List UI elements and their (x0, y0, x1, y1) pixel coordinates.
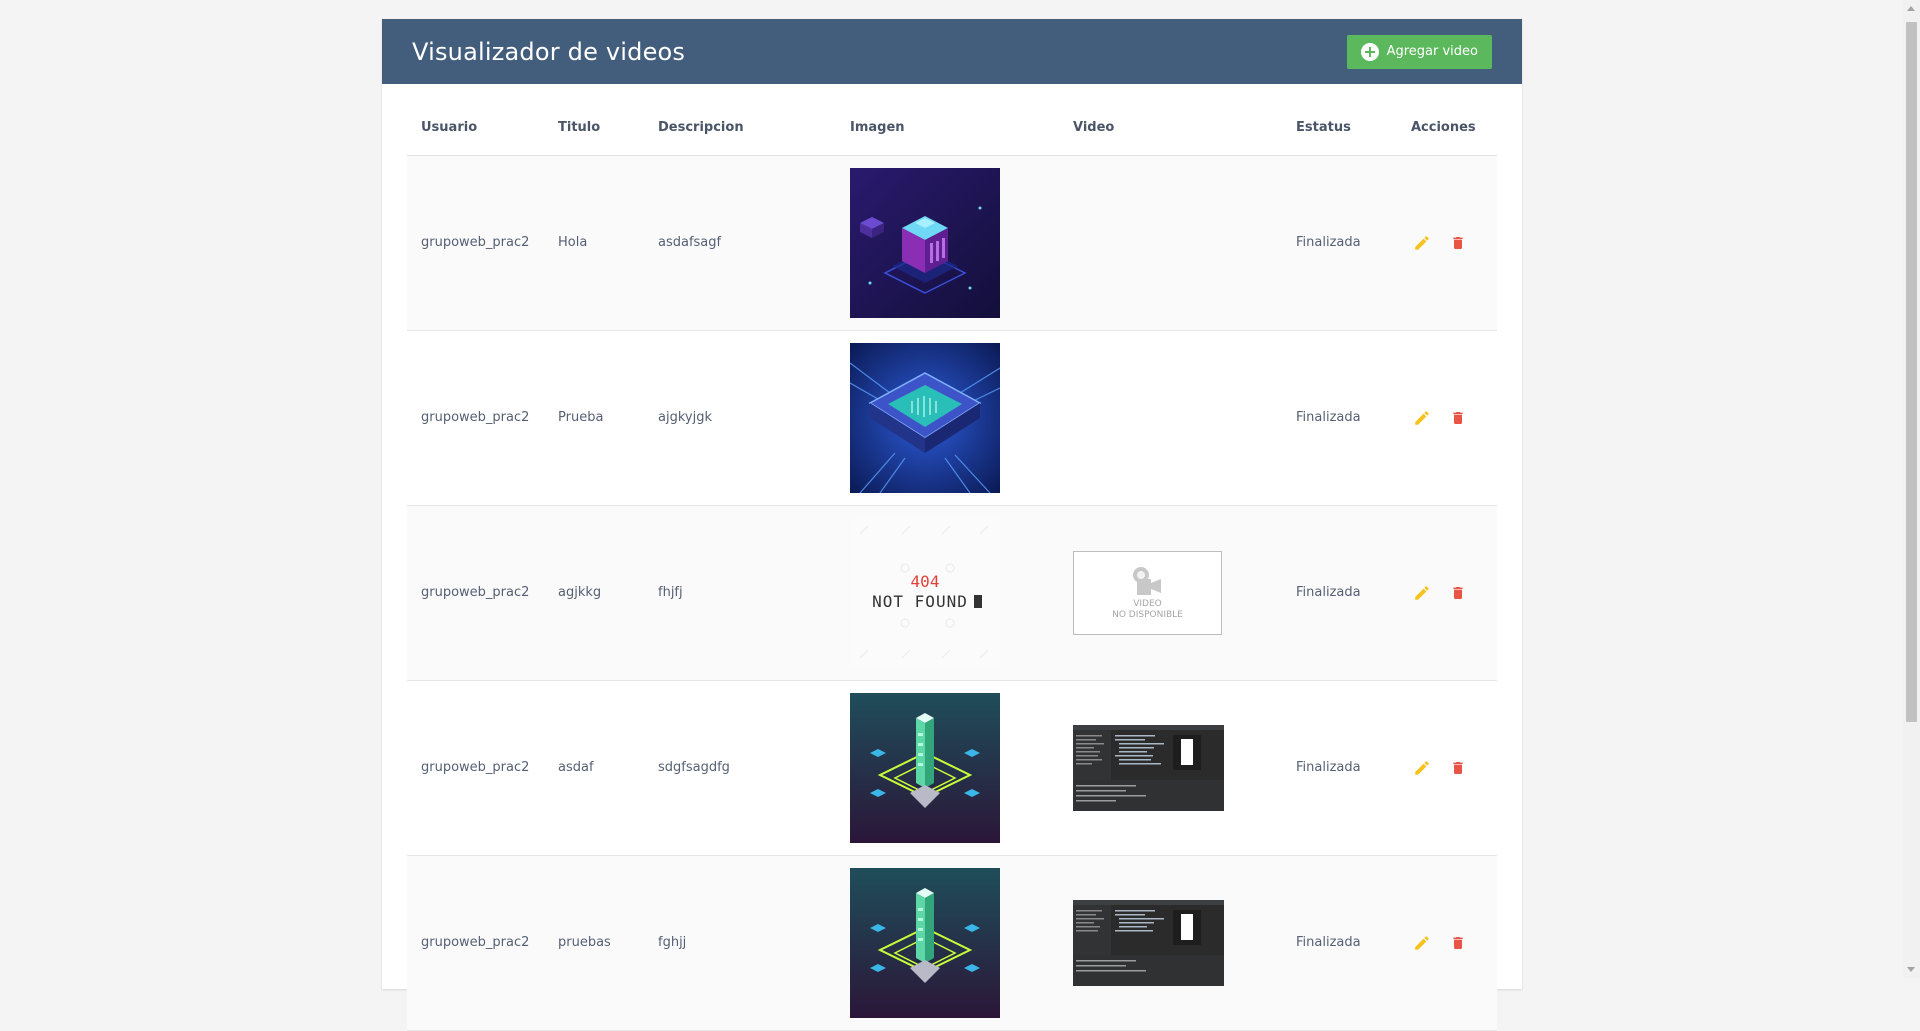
cell-descripcion: ajgkyjgk (644, 330, 836, 506)
table-row: grupoweb_prac2 agjkkg fhjfj 404 NOT FOUN… (407, 505, 1497, 681)
scroll-up-arrow-icon[interactable] (1907, 6, 1915, 11)
table-row: grupoweb_prac2 Prueba ajgkyjgk Finalizad… (407, 330, 1497, 506)
isometric-cube-image (850, 167, 1000, 318)
page-title: Visualizador de videos (412, 37, 686, 66)
cell-titulo: Hola (544, 155, 644, 331)
scroll-down-arrow-icon[interactable] (1907, 967, 1915, 972)
pencil-icon (1415, 760, 1429, 775)
cell-titulo: pruebas (544, 855, 644, 1031)
cell-descripcion: sdgfsagdfg (644, 680, 836, 856)
cell-acciones (1397, 680, 1497, 856)
column-header-imagen: Imagen (836, 101, 1059, 156)
cell-imagen (836, 855, 1059, 1031)
cell-imagen: 404 NOT FOUND (836, 505, 1059, 681)
column-header-descripcion: Descripcion (644, 101, 836, 156)
cell-usuario: grupoweb_prac2 (407, 330, 544, 506)
row-actions (1411, 407, 1483, 429)
video-camera-icon (1132, 566, 1161, 595)
row-actions (1411, 582, 1483, 604)
edit-button[interactable] (1411, 232, 1433, 254)
cell-imagen (836, 680, 1059, 856)
cell-descripcion: asdafsagf (644, 155, 836, 331)
cpu-chip-image (850, 342, 1000, 493)
row-actions (1411, 232, 1483, 254)
cell-estatus: Finalizada (1282, 680, 1397, 856)
isometric-tower-image (850, 867, 1000, 1018)
cell-estatus: Finalizada (1282, 155, 1397, 331)
video-unavailable-line1: VIDEO (1133, 598, 1162, 609)
cell-estatus: Finalizada (1282, 505, 1397, 681)
edit-button[interactable] (1411, 582, 1433, 604)
cell-descripcion: fhjfj (644, 505, 836, 681)
delete-button[interactable] (1447, 407, 1469, 429)
cell-descripcion: fghjj (644, 855, 836, 1031)
video-unavailable-line2: NO DISPONIBLE (1112, 609, 1183, 620)
edit-button[interactable] (1411, 932, 1433, 954)
vertical-scrollbar[interactable] (1903, 0, 1920, 978)
pencil-icon (1415, 585, 1429, 600)
cell-titulo: asdaf (544, 680, 644, 856)
table-row: grupoweb_prac2 pruebas fghjj Finalizada (407, 855, 1497, 1031)
trash-icon (1453, 236, 1463, 249)
delete-button[interactable] (1447, 757, 1469, 779)
column-header-acciones: Acciones (1397, 101, 1497, 156)
video-viewer-card: Visualizador de videos Agregar video Usu… (382, 19, 1522, 1031)
cell-imagen (836, 330, 1059, 506)
cell-acciones (1397, 330, 1497, 506)
pencil-icon (1415, 410, 1429, 425)
cell-usuario: grupoweb_prac2 (407, 680, 544, 856)
column-header-video: Video (1059, 101, 1282, 156)
row-actions (1411, 932, 1483, 954)
cell-usuario: grupoweb_prac2 (407, 155, 544, 331)
table-row: grupoweb_prac2 asdaf sdgfsagdfg Finaliza… (407, 680, 1497, 856)
cell-acciones (1397, 155, 1497, 331)
delete-button[interactable] (1447, 232, 1469, 254)
delete-button[interactable] (1447, 582, 1469, 604)
cell-imagen (836, 155, 1059, 331)
cell-usuario: grupoweb_prac2 (407, 855, 544, 1031)
not-found-text: NOT FOUND (872, 592, 968, 611)
column-header-usuario: Usuario (407, 101, 544, 156)
add-video-label: Agregar video (1386, 44, 1478, 59)
trash-icon (1453, 586, 1463, 599)
cell-usuario: grupoweb_prac2 (407, 505, 544, 681)
trash-icon (1453, 936, 1463, 949)
pencil-icon (1415, 235, 1429, 250)
cell-video (1059, 680, 1282, 856)
delete-button[interactable] (1447, 932, 1469, 954)
cell-titulo: agjkkg (544, 505, 644, 681)
trash-icon (1453, 411, 1463, 424)
trash-icon (1453, 761, 1463, 774)
pencil-icon (1415, 935, 1429, 950)
code-editor-screenshot[interactable] (1073, 724, 1224, 811)
column-header-titulo: Titulo (544, 101, 644, 156)
video-unavailable-placeholder[interactable]: VIDEO NO DISPONIBLE (1073, 550, 1222, 635)
isometric-tower-image (850, 692, 1000, 843)
row-actions (1411, 757, 1483, 779)
edit-button[interactable] (1411, 757, 1433, 779)
cell-video (1059, 330, 1282, 506)
plus-circle-icon (1360, 42, 1379, 61)
cell-titulo: Prueba (544, 330, 644, 506)
cell-video (1059, 855, 1282, 1031)
table-row: grupoweb_prac2 Hola asdafsagf Finalizada (407, 155, 1497, 331)
scrollbar-thumb[interactable] (1906, 22, 1917, 722)
not-found-image: 404 NOT FOUND (850, 517, 1000, 668)
edit-button[interactable] (1411, 407, 1433, 429)
cell-acciones (1397, 505, 1497, 681)
videos-table: Usuario Titulo Descripcion Imagen Video … (407, 101, 1497, 1031)
column-header-estatus: Estatus (1282, 101, 1397, 156)
cell-estatus: Finalizada (1282, 330, 1397, 506)
cell-video: VIDEO NO DISPONIBLE (1059, 505, 1282, 681)
table-header-row: Usuario Titulo Descripcion Imagen Video … (407, 101, 1497, 156)
add-video-button[interactable]: Agregar video (1346, 34, 1492, 69)
cell-video (1059, 155, 1282, 331)
code-editor-screenshot[interactable] (1073, 899, 1224, 986)
cell-acciones (1397, 855, 1497, 1031)
card-header: Visualizador de videos Agregar video (382, 19, 1522, 84)
not-found-code: 404 (911, 572, 940, 591)
cell-estatus: Finalizada (1282, 855, 1397, 1031)
